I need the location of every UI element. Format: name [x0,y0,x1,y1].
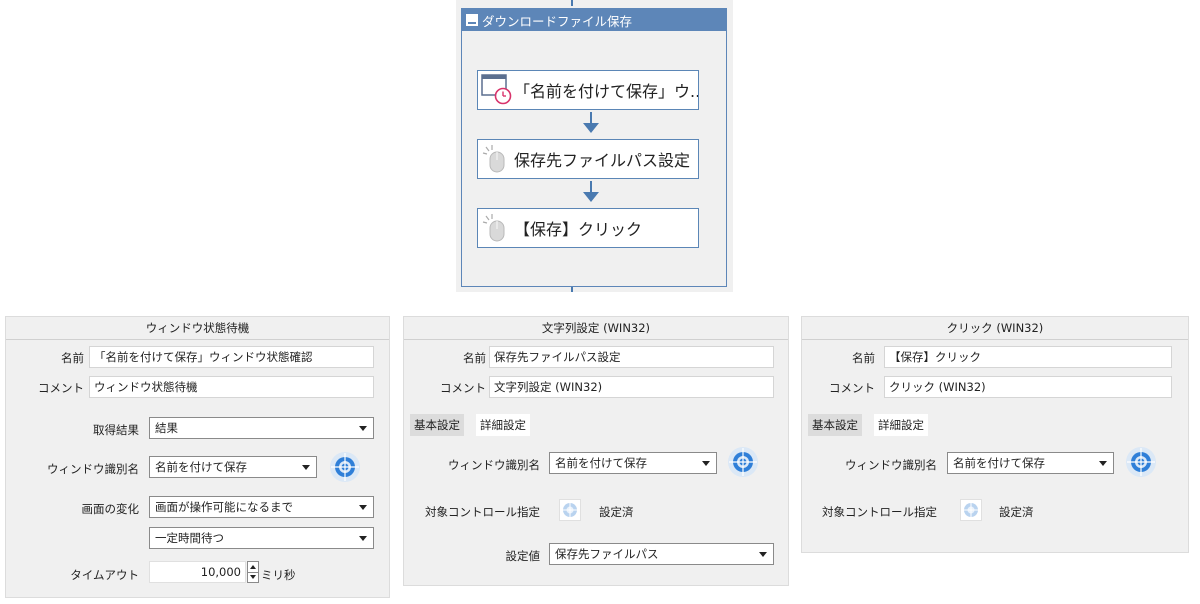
target-control-icon[interactable] [559,499,581,521]
wait-mode-value: 一定時間待つ [155,531,224,545]
comment-label: コメント [440,381,486,395]
window-wait-panel: ウィンドウ状態待機 名前 「名前を付けて保存」ウィンドウ状態確認 コメント ウィ… [5,316,390,598]
name-label: 名前 [852,351,875,365]
target-crosshair-icon[interactable] [726,445,760,479]
flow-node-set-path[interactable]: 保存先ファイルパス設定 [477,139,699,179]
target-control-status: 設定済 [999,505,1034,519]
chevron-down-icon [1099,461,1107,466]
screen-change-value: 画面が操作可能になるまで [155,500,293,514]
name-field[interactable]: 「名前を付けて保存」ウィンドウ状態確認 [89,346,374,368]
timeout-spinner[interactable] [247,561,259,583]
timeout-unit: ミリ秒 [261,568,296,582]
divider [248,572,258,573]
comment-label: コメント [829,381,875,395]
tab-basic-settings[interactable]: 基本設定 [410,414,464,436]
flow-connector-top [571,0,573,6]
text-set-panel: 文字列設定 (WIN32) 名前 保存先ファイルパス設定 コメント 文字列設定 … [403,316,789,586]
target-control-label: 対象コントロール指定 [425,505,540,519]
set-value-label: 設定値 [505,549,541,563]
name-field[interactable]: 【保存】クリック [884,346,1172,368]
panel-title: 文字列設定 (WIN32) [541,321,651,335]
screen-change-label: 画面の変化 [81,502,140,516]
window-name-value: 名前を付けて保存 [155,460,247,474]
flow-group-header[interactable]: ダウンロードファイル保存 [462,9,726,31]
result-label: 取得結果 [93,423,139,437]
set-value-select[interactable]: 保存先ファイルパス [549,543,774,565]
comment-field[interactable]: クリック (WIN32) [884,376,1172,398]
panel-title: ウィンドウ状態待機 [145,321,250,335]
wait-mode-select[interactable]: 一定時間待つ [149,527,374,549]
comment-field[interactable]: 文字列設定 (WIN32) [489,376,774,398]
flow-node-label: 保存先ファイルパス設定 [514,151,691,170]
name-field[interactable]: 保存先ファイルパス設定 [489,346,774,368]
window-clock-icon [478,70,514,110]
chevron-down-icon [759,552,767,557]
panel-title: クリック (WIN32) [946,321,1044,335]
comment-field[interactable]: ウィンドウ状態待機 [89,376,374,398]
timeout-input[interactable]: 10,000 [149,561,246,583]
divider [802,339,1188,340]
flow-node-label: 「名前を付けて保存」ウ... [514,82,698,101]
flow-connector-bottom [571,287,573,292]
chevron-down-icon [359,426,367,431]
target-control-label: 対象コントロール指定 [822,505,937,519]
chevron-down-icon [359,505,367,510]
flow-node-window-wait[interactable]: 「名前を付けて保存」ウ... [477,70,699,110]
timeout-label: タイムアウト [70,568,139,582]
spin-up-icon[interactable] [250,565,256,569]
target-crosshair-icon[interactable] [1124,445,1158,479]
window-name-select[interactable]: 名前を付けて保存 [149,456,317,478]
window-name-label: ウィンドウ識別名 [47,462,139,476]
name-label: 名前 [61,351,84,365]
flow-node-label: 【保存】クリック [514,220,643,239]
set-value-value: 保存先ファイルパス [555,547,659,561]
mouse-icon [478,208,514,248]
mouse-icon [478,139,514,179]
click-panel: クリック (WIN32) 名前 【保存】クリック コメント クリック (WIN3… [801,316,1189,553]
spin-down-icon[interactable] [250,575,256,579]
window-name-label: ウィンドウ識別名 [845,458,937,472]
flow-group-title: ダウンロードファイル保存 [482,13,633,29]
chevron-down-icon [702,461,710,466]
window-name-label: ウィンドウ識別名 [448,458,540,472]
window-name-value: 名前を付けて保存 [555,456,647,470]
tab-detail-settings[interactable]: 詳細設定 [874,414,928,436]
flow-node-save-click[interactable]: 【保存】クリック [477,208,699,248]
result-select-value: 結果 [155,421,178,435]
tab-detail-settings[interactable]: 詳細設定 [476,414,530,436]
chevron-down-icon [302,465,310,470]
flow-arrow-2 [583,181,599,202]
divider [404,339,788,340]
name-label: 名前 [463,351,486,365]
divider [6,339,389,340]
collapse-icon[interactable] [466,14,478,26]
target-control-icon[interactable] [960,499,982,521]
tab-basic-settings[interactable]: 基本設定 [808,414,862,436]
result-select[interactable]: 結果 [149,417,374,439]
flow-arrow-1 [583,112,599,133]
window-name-select[interactable]: 名前を付けて保存 [947,452,1114,474]
window-name-select[interactable]: 名前を付けて保存 [549,452,717,474]
target-control-status: 設定済 [599,505,634,519]
target-crosshair-icon[interactable] [328,450,362,484]
screen-change-select[interactable]: 画面が操作可能になるまで [149,496,374,518]
window-name-value: 名前を付けて保存 [953,456,1045,470]
comment-label: コメント [38,381,84,395]
chevron-down-icon [359,536,367,541]
